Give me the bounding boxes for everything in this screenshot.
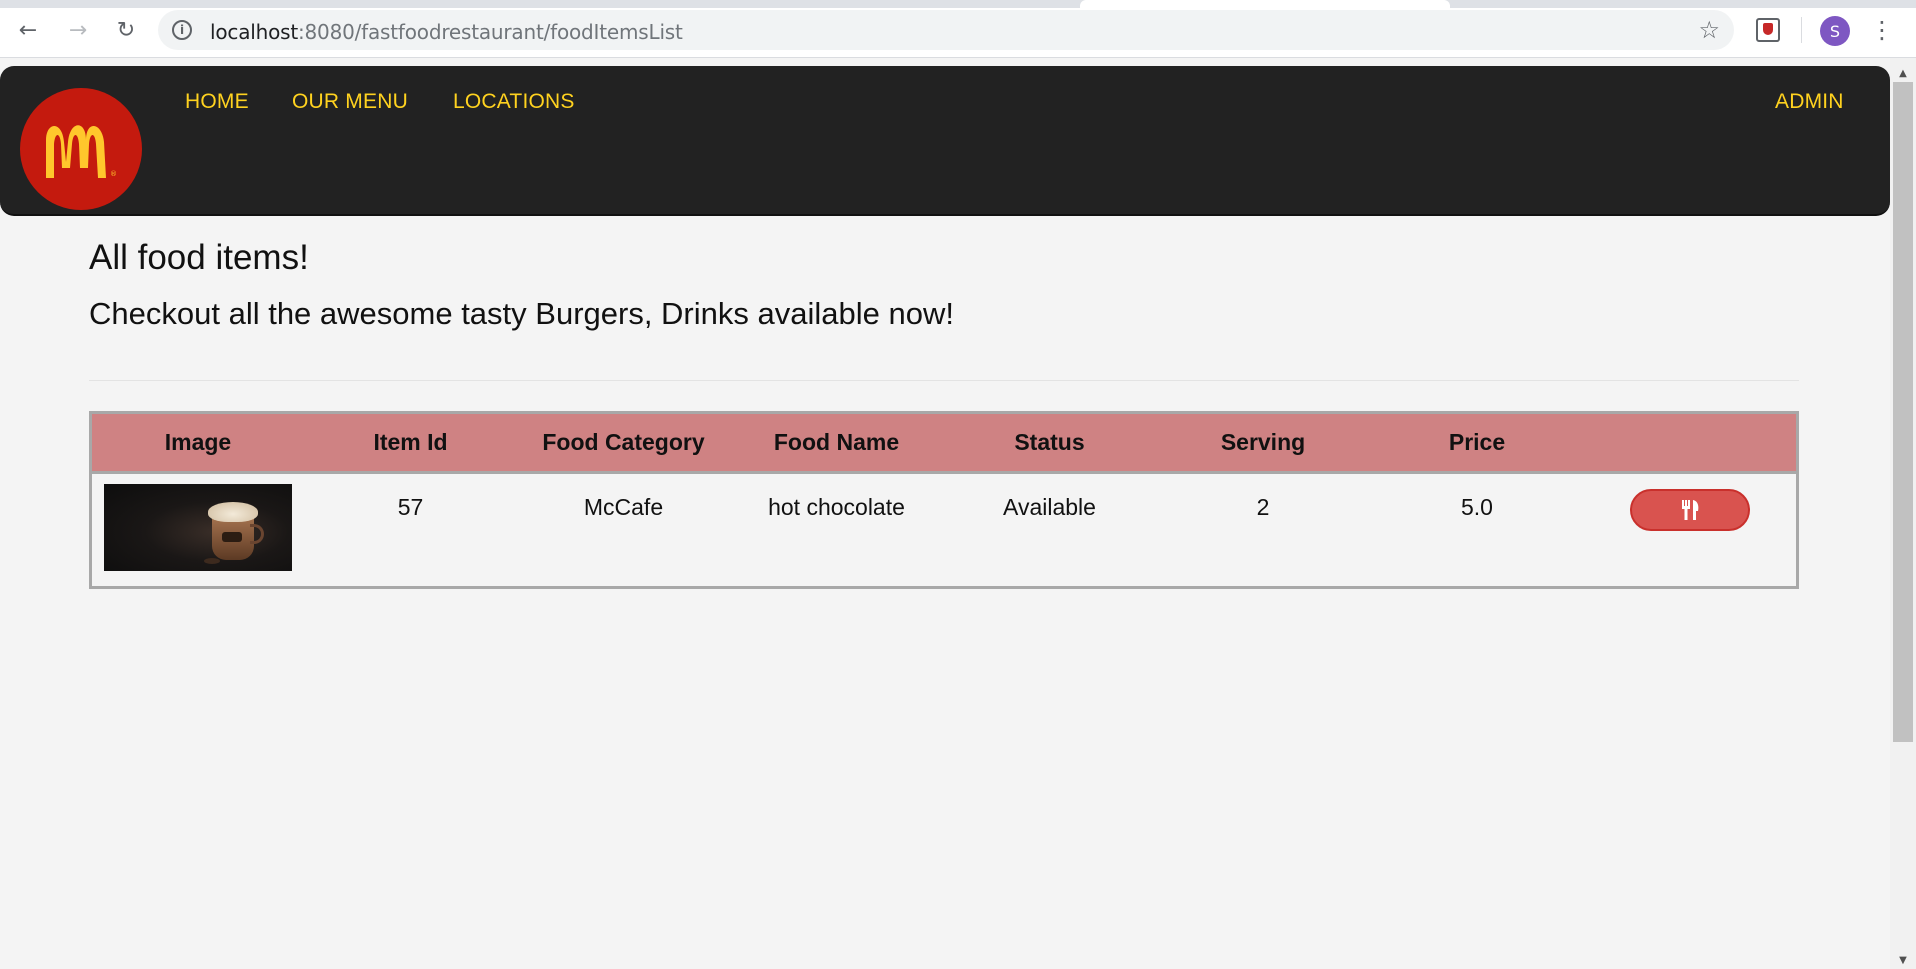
beans-shape	[204, 557, 220, 564]
cell-serving: 2	[1256, 493, 1270, 520]
nav-our-menu[interactable]: OUR MENU	[292, 90, 408, 114]
col-header-food-name: Food Name	[773, 428, 900, 455]
page-scrollbar[interactable]: ▲ ▼	[1890, 58, 1916, 969]
cup-label-shape	[222, 531, 242, 542]
hot-chocolate-image	[104, 483, 292, 571]
divider	[89, 380, 1799, 381]
arrow-right-icon: →	[68, 17, 88, 43]
site-header: ® HOME OUR MENU LOCATIONS ADMIN	[0, 66, 1890, 216]
table-row: 57 McCafe hot chocolate Available 2 5.0	[92, 472, 1796, 586]
page-subtitle: Checkout all the awesome tasty Burgers, …	[89, 296, 954, 331]
col-header-price: Price	[1448, 428, 1506, 455]
back-button[interactable]: ←	[12, 14, 44, 46]
nav-home[interactable]: HOME	[185, 90, 249, 114]
scroll-up-icon[interactable]: ▲	[1890, 64, 1916, 82]
col-header-serving: Serving	[1220, 428, 1306, 455]
cutlery-icon	[1682, 499, 1699, 520]
col-header-image: Image	[164, 428, 232, 455]
mcdonalds-logo[interactable]: ®	[20, 88, 142, 210]
url-host: localhost	[210, 20, 298, 44]
address-bar[interactable]: i localhost:8080/fastfoodrestaurant/food…	[158, 10, 1734, 50]
col-header-status: Status	[1014, 428, 1085, 455]
col-header-food-category: Food Category	[542, 428, 705, 455]
scroll-down-icon[interactable]: ▼	[1890, 951, 1916, 969]
arrow-left-icon: ←	[18, 17, 38, 43]
toolbar-divider	[1801, 17, 1802, 43]
golden-arches-icon: ®	[46, 125, 117, 178]
extension-shield-icon[interactable]	[1756, 18, 1780, 42]
cream-shape	[208, 501, 258, 522]
url-path: :8080/fastfoodrestaurant/foodItemsList	[297, 20, 683, 44]
forward-button[interactable]: →	[62, 14, 94, 46]
svg-text:®: ®	[110, 170, 117, 178]
browser-menu-icon[interactable]: ⋮	[1870, 14, 1894, 46]
cup-handle-shape	[250, 523, 264, 544]
info-icon[interactable]: i	[172, 20, 192, 40]
col-header-action	[1584, 414, 1796, 472]
nav-locations[interactable]: LOCATIONS	[453, 90, 575, 114]
cell-item-id: 57	[397, 493, 424, 520]
cell-food-name: hot chocolate	[768, 493, 905, 520]
order-button[interactable]	[1630, 488, 1750, 531]
cell-status: Available	[1003, 493, 1096, 520]
food-items-table: Image Item Id Food Category Food Name St…	[89, 411, 1799, 589]
profile-avatar[interactable]: S	[1820, 16, 1850, 46]
cell-action	[1584, 472, 1796, 586]
reload-button[interactable]: ↻	[110, 14, 142, 46]
page-title: All food items!	[89, 238, 309, 277]
cell-image	[92, 472, 304, 586]
col-header-item-id: Item Id	[373, 428, 448, 455]
cell-food-category: McCafe	[583, 493, 664, 520]
scrollbar-thumb[interactable]	[1893, 82, 1913, 742]
url-text[interactable]: localhost:8080/fastfoodrestaurant/foodIt…	[210, 20, 683, 44]
nav-admin[interactable]: ADMIN	[1775, 90, 1844, 114]
active-tab[interactable]	[1080, 0, 1450, 8]
cell-price: 5.0	[1461, 493, 1493, 520]
bookmark-star-icon[interactable]: ☆	[1698, 16, 1720, 44]
table-header-row: Image Item Id Food Category Food Name St…	[92, 414, 1796, 472]
tab-strip	[0, 0, 1916, 8]
reload-icon: ↻	[116, 17, 136, 43]
browser-toolbar: ← → ↻ i localhost:8080/fastfoodrestauran…	[0, 0, 1916, 58]
